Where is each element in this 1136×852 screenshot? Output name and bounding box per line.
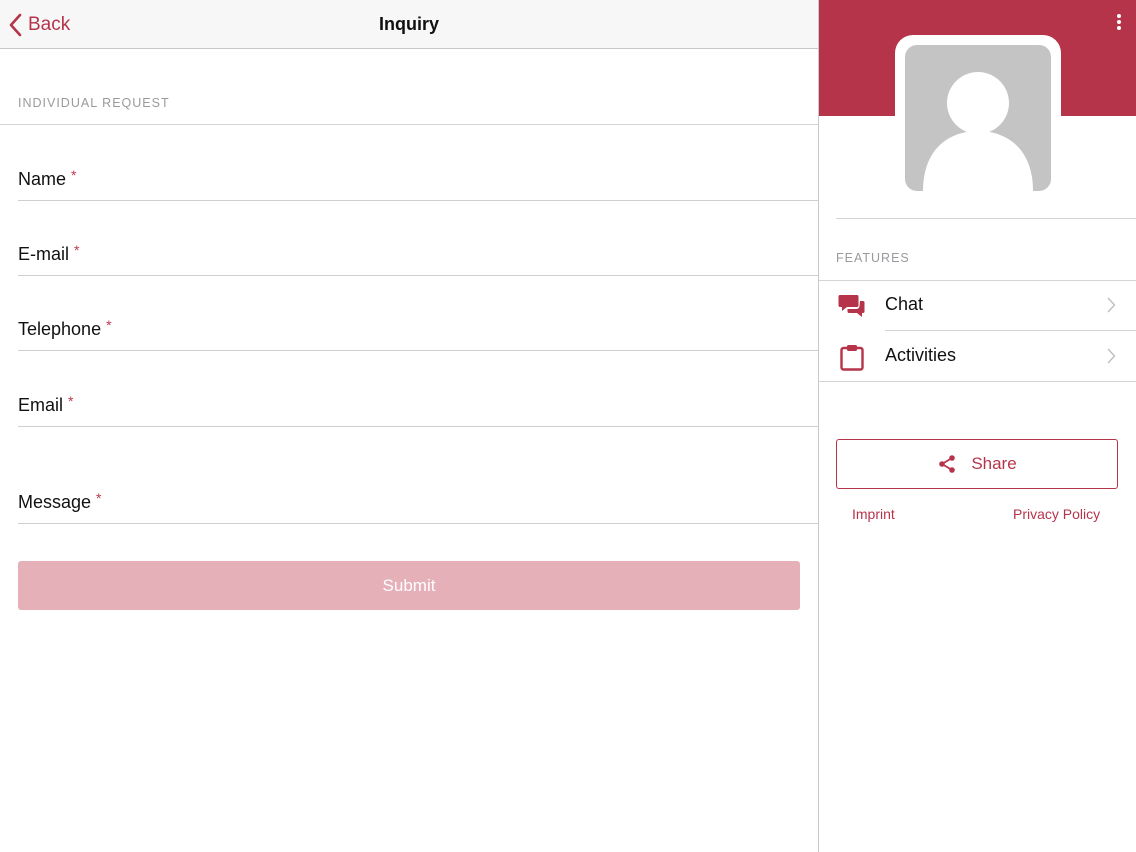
share-label: Share [971, 454, 1017, 473]
chat-icon [838, 295, 865, 317]
share-icon [939, 455, 956, 473]
e-mail-field[interactable]: E-mail * [18, 236, 818, 276]
sidebar-item-label: Chat [885, 294, 924, 314]
share-button[interactable]: Share [836, 439, 1118, 489]
more-options-icon[interactable] [1114, 14, 1124, 34]
profile-sidebar: FEATURES Chat Activities Share Imprint P… [819, 0, 1136, 852]
message-input[interactable] [18, 484, 818, 523]
name-input[interactable] [18, 161, 818, 200]
telephone-field[interactable]: Telephone * [18, 311, 818, 351]
message-field[interactable]: Message * [18, 484, 818, 524]
navigation-bar: Back Inquiry [0, 0, 818, 49]
features-divider-bottom [819, 381, 1136, 382]
avatar-divider [836, 218, 1136, 219]
sidebar-item-activities[interactable]: Activities [819, 331, 1136, 381]
sidebar-item-chat[interactable]: Chat [819, 280, 1136, 330]
sidebar-item-label: Activities [885, 345, 957, 365]
email-field[interactable]: Email * [18, 387, 818, 427]
inquiry-pane: Back Inquiry INDIVIDUAL REQUEST Name * E-… [0, 0, 818, 852]
submit-button[interactable]: Submit [18, 561, 800, 610]
privacy-policy-link[interactable]: Privacy Policy [1013, 506, 1100, 522]
section-header-features: FEATURES [836, 251, 910, 265]
telephone-input[interactable] [18, 311, 818, 350]
avatar [905, 45, 1051, 191]
avatar-frame [895, 35, 1061, 201]
chevron-right-icon [1107, 348, 1116, 364]
email-input[interactable] [18, 387, 818, 426]
section-header-individual-request: INDIVIDUAL REQUEST [18, 96, 170, 110]
name-field[interactable]: Name * [18, 161, 818, 201]
person-placeholder-icon [923, 72, 1033, 191]
section-divider [0, 124, 818, 125]
chevron-right-icon [1107, 297, 1116, 313]
clipboard-icon [840, 345, 864, 371]
e-mail-input[interactable] [18, 236, 818, 275]
page-title: Inquiry [378, 14, 439, 34]
imprint-link[interactable]: Imprint [852, 506, 895, 522]
